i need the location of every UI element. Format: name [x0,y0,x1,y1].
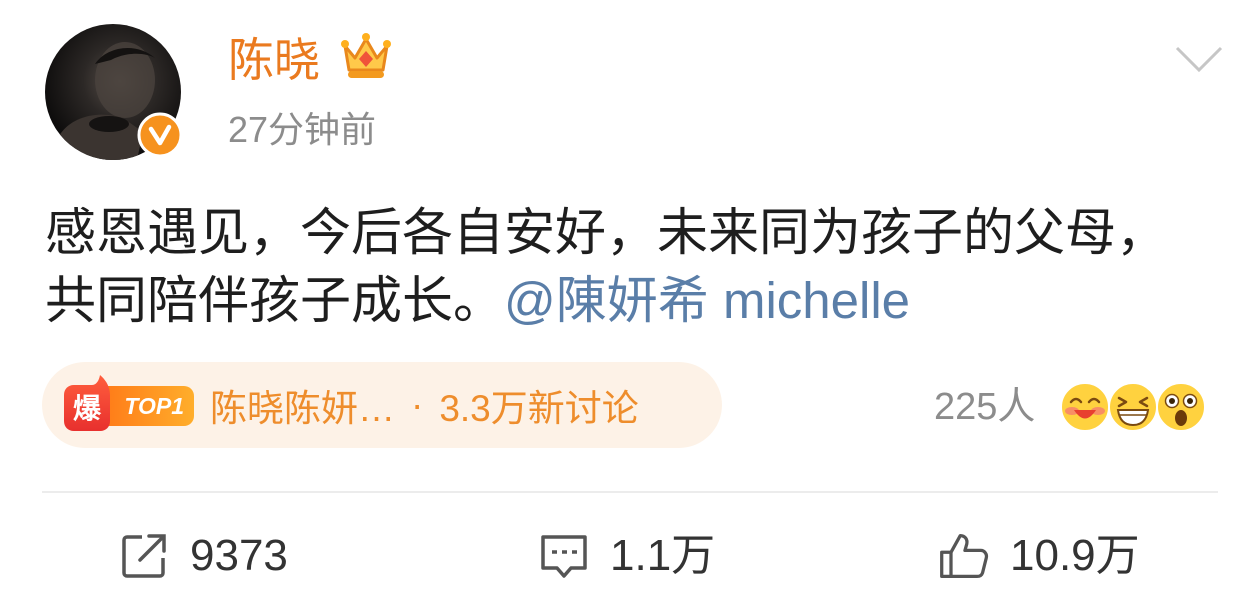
hot-badge-label: 爆 [72,393,101,424]
reactions-summary[interactable]: 225人 [934,378,1207,436]
author-name[interactable]: 陈晓 [228,32,320,88]
mention-link[interactable]: @陳妍希 michelle [504,272,910,329]
divider [42,491,1218,493]
post-body: 感恩遇见，今后各自安好，未来同为孩子的父母，共同陪伴孩子成长。@陳妍希 mich… [45,199,1205,335]
drool-emoji [1060,382,1111,432]
share-icon [122,534,166,578]
comment-count: 1.1万 [610,531,716,580]
verified-badge-icon [137,112,183,158]
laugh-emoji [1108,382,1159,432]
repost-count: 9373 [190,531,288,580]
rank-badge: TOP1 [102,386,194,426]
hot-topic-separator: · [411,384,424,425]
hot-topic-text: 陈晓陈妍… · 3.3万新讨论 [210,362,639,448]
hot-topic-title: 陈晓陈妍… [210,388,395,429]
like-count: 10.9万 [1010,531,1140,580]
comment-icon [541,535,587,578]
crown-icon[interactable] [338,30,394,82]
rank-label: TOP1 [124,393,184,419]
shocked-emoji [1156,382,1207,432]
repost-button[interactable]: 9373 [118,528,288,584]
comment-button[interactable]: 1.1万 [538,528,715,584]
thumbs-up-icon [940,533,989,579]
post-timestamp: 27分钟前 [228,109,377,150]
hot-badge-icon: 爆 [62,375,112,433]
hot-topic-discussion: 3.3万新讨论 [439,388,639,429]
hot-topic-pill[interactable]: 爆 TOP1 陈晓陈妍… · 3.3万新讨论 [42,362,722,448]
like-button[interactable]: 10.9万 [938,528,1140,584]
reaction-count: 225人 [934,386,1036,428]
chevron-down-icon[interactable] [1174,44,1224,74]
